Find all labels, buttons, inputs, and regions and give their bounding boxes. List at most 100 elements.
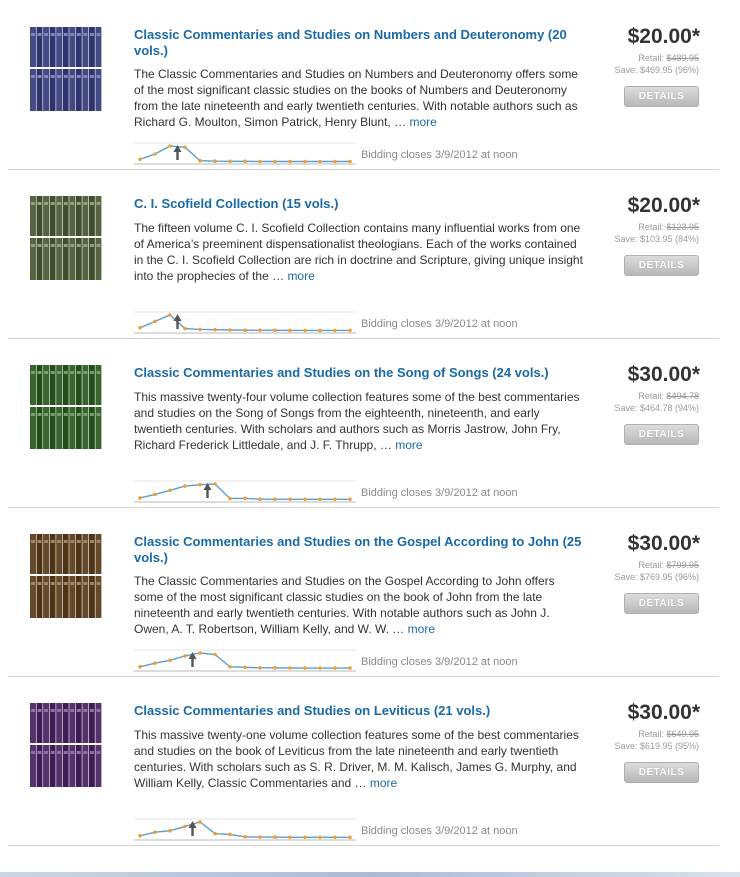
book-spine-band [83,33,88,36]
sparkline-point [153,830,157,834]
description-text: The Classic Commentaries and Studies on … [134,574,555,636]
book-spine-band [70,244,75,247]
product-title-link[interactable]: Classic Commentaries and Studies on Levi… [134,703,584,719]
sparkline-point [138,496,142,500]
sparkline-point [333,159,337,164]
product-thumbnail[interactable] [30,534,102,618]
book-spine-band [63,540,68,543]
book-spine-band [37,244,42,247]
product-thumbnail[interactable] [30,27,102,111]
sale-price: $30.00* [627,701,700,724]
book-spine-band [70,582,75,585]
retail-amount: $799.95 [666,560,699,570]
sparkline-point [258,497,262,501]
book-spine-band [83,75,88,78]
book-spine-band [37,371,42,374]
book-spine-band [70,751,75,754]
product-thumbnail[interactable] [30,703,102,787]
book-spine-band [37,202,42,205]
product-title-link[interactable]: Classic Commentaries and Studies on the … [134,534,584,566]
sparkline-point [213,159,217,163]
book-spine-band [83,202,88,205]
book-spine-band [31,540,35,543]
book-spine-band [31,413,35,416]
product-title-link[interactable]: C. I. Scofield Collection (15 vols.) [134,196,584,212]
sale-price: $20.00* [627,25,700,48]
sparkline-point [258,666,262,670]
details-button[interactable]: DETAILS [624,593,699,614]
sparkline-point [243,159,247,164]
retail-price: Retail: $489.95 [638,53,699,63]
book-spine-band [63,202,68,205]
sale-price: $30.00* [627,532,700,555]
book-spine-band [63,244,68,247]
description-text: This massive twenty-one volume collectio… [134,728,579,790]
details-button[interactable]: DETAILS [624,424,699,445]
sparkline-point [348,835,352,840]
sparkline-point [258,159,262,164]
product-description: The Classic Commentaries and Studies on … [134,573,584,637]
book-spine-band [89,33,94,36]
sparkline-point [153,661,157,665]
product-row: Classic Commentaries and Studies on the … [0,507,719,677]
sparkline-point [288,497,292,502]
book-spine-band [89,751,94,754]
product-title-link[interactable]: Classic Commentaries and Studies on the … [134,365,584,381]
book-spine-band [70,709,75,712]
savings-text: Save: $469.95 (96%) [614,65,699,75]
description-text: This massive twenty-four volume collecti… [134,390,580,452]
product-thumbnail[interactable] [30,196,102,280]
more-link[interactable]: more [409,115,436,129]
book-spine-band [70,202,75,205]
more-link[interactable]: more [408,622,435,636]
book-spine-band [57,540,62,543]
book-spine-band [83,540,88,543]
book-spine-band [50,413,55,416]
savings-text: Save: $103.95 (84%) [614,234,699,244]
book-spine-band [63,751,68,754]
details-button[interactable]: DETAILS [624,86,699,107]
book-spine-band [37,751,42,754]
current-bid-arrow-icon [203,483,212,498]
book-spine-band [57,75,62,78]
product-row: C. I. Scofield Collection (15 vols.) The … [0,169,719,339]
retail-amount: $649.95 [666,729,699,739]
sparkline-point [273,328,277,332]
sparkline-point [153,319,157,324]
bidding-closes-text: Bidding closes 3/9/2012 at noon [361,487,518,499]
book-spine-band [44,413,49,416]
book-spine-band [44,75,49,78]
sparkline-point [333,328,337,333]
more-link[interactable]: more [370,776,397,790]
sparkline-point [213,327,217,332]
book-spine-band [31,33,35,36]
sparkline-point [243,328,247,332]
sparkline-point [213,831,217,836]
more-link[interactable]: more [395,438,422,452]
sparkline-point [153,492,157,497]
sparkline-point [303,835,307,840]
details-button[interactable]: DETAILS [624,255,699,276]
sparkline-point [198,327,202,332]
bidding-closes-text: Bidding closes 3/9/2012 at noon [361,825,518,837]
product-thumbnail[interactable] [30,365,102,449]
book-spine-band [70,33,75,36]
product-description: The fifteen volume C. I. Scofield Collec… [134,220,584,284]
book-spine-band [70,371,75,374]
book-spine-band [37,75,42,78]
book-spine-band [76,33,81,36]
more-link[interactable]: more [287,269,314,283]
product-title-link[interactable]: Classic Commentaries and Studies on Numb… [134,27,584,59]
sparkline-point [168,144,172,148]
book-spine-band [37,413,42,416]
sparkline-point [183,484,187,488]
sale-price: $30.00* [627,363,700,386]
retail-label: Retail: [638,53,664,63]
row-divider [8,845,719,846]
book-spine-band [57,413,62,416]
sparkline-point [273,835,277,839]
book-spine-band [31,582,35,585]
book-spine-band [76,709,81,712]
details-button[interactable]: DETAILS [624,762,699,783]
product-description: The Classic Commentaries and Studies on … [134,66,584,130]
